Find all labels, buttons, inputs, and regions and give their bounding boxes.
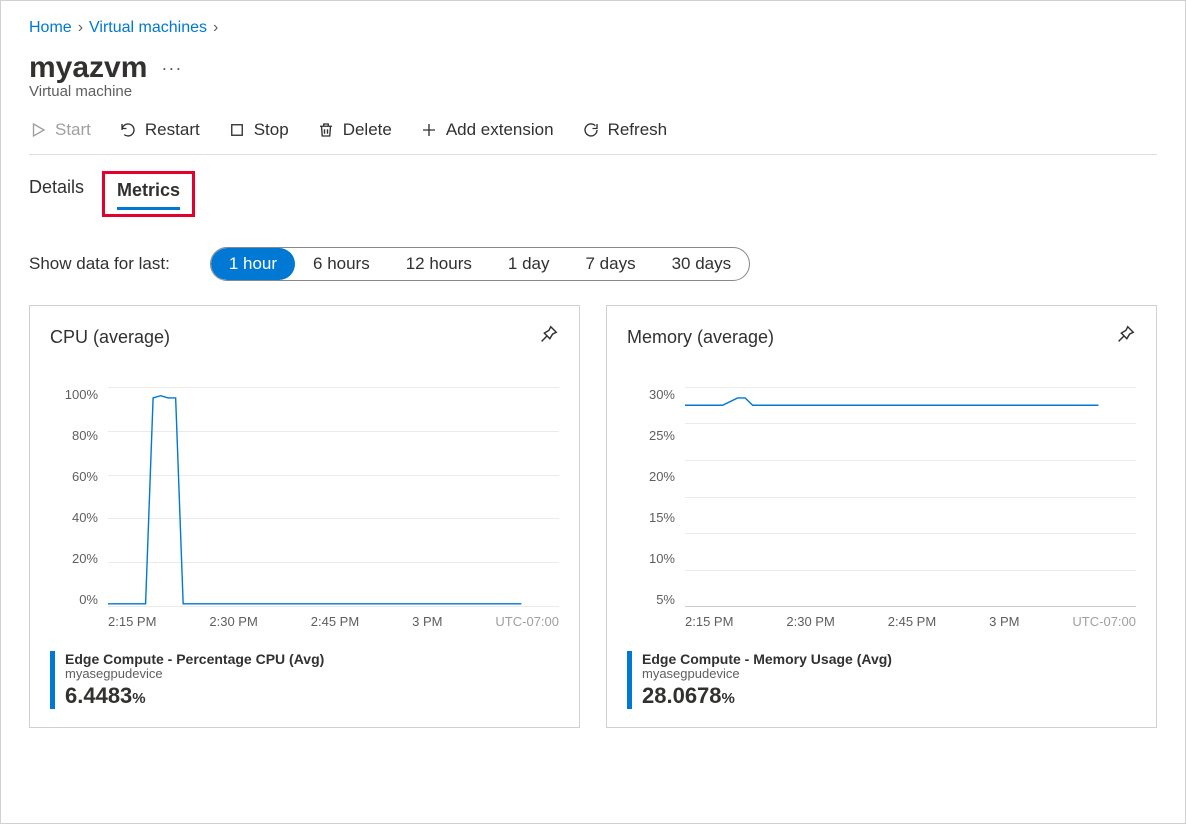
pin-icon [537,324,559,346]
start-label: Start [55,120,91,140]
delete-label: Delete [343,120,392,140]
add-extension-label: Add extension [446,120,554,140]
range-pills: 1 hour6 hours12 hours1 day7 days30 days [210,247,750,281]
range-label: Show data for last: [29,254,170,274]
cpu-card: CPU (average) 100%80%60%40%20%0%2:15 PM2… [29,305,580,728]
cpu-legend: Edge Compute - Percentage CPU (Avg) myas… [50,651,559,709]
range-pill-12-hours[interactable]: 12 hours [388,248,490,280]
tab-details[interactable]: Details [29,177,84,209]
page-subtitle: Virtual machine [29,83,1157,100]
cpu-legend-title: Edge Compute - Percentage CPU (Avg) [65,651,324,667]
plus-icon [420,121,438,139]
memory-card: Memory (average) 30%25%20%15%10%5%2:15 P… [606,305,1157,728]
stop-label: Stop [254,120,289,140]
breadcrumb-vms[interactable]: Virtual machines [89,19,207,37]
range-pill-7-days[interactable]: 7 days [567,248,653,280]
restart-label: Restart [145,120,200,140]
pin-button[interactable] [1114,324,1136,351]
cpu-legend-sub: myasegpudevice [65,666,324,681]
memory-chart: 30%25%20%15%10%5%2:15 PM2:30 PM2:45 PM3 … [627,387,1136,627]
cpu-card-title: CPU (average) [50,327,170,348]
range-pill-30-days[interactable]: 30 days [654,248,750,280]
range-pill-1-day[interactable]: 1 day [490,248,568,280]
restart-icon [119,121,137,139]
range-pill-1-hour[interactable]: 1 hour [211,248,295,280]
breadcrumb: Home › Virtual machines › [29,19,1157,37]
pin-icon [1114,324,1136,346]
legend-color-bar [50,651,55,709]
more-actions-button[interactable]: ··· [161,58,182,79]
stop-button[interactable]: Stop [228,120,289,140]
chevron-right-icon: › [213,19,218,37]
delete-button[interactable]: Delete [317,120,392,140]
tab-metrics-highlight: Metrics [102,171,195,217]
cpu-legend-value: 6.4483% [65,683,324,709]
chevron-right-icon: › [78,19,83,37]
memory-card-title: Memory (average) [627,327,774,348]
tabs: Details Metrics [29,177,1157,209]
range-pill-6-hours[interactable]: 6 hours [295,248,388,280]
legend-color-bar [627,651,632,709]
memory-legend-sub: myasegpudevice [642,666,892,681]
stop-icon [228,121,246,139]
breadcrumb-home[interactable]: Home [29,19,72,37]
page-title: myazvm [29,51,147,85]
trash-icon [317,121,335,139]
refresh-icon [582,121,600,139]
refresh-label: Refresh [608,120,668,140]
toolbar: Start Restart Stop Delete Add extension … [29,120,1157,155]
memory-legend-title: Edge Compute - Memory Usage (Avg) [642,651,892,667]
start-button: Start [29,120,91,140]
add-extension-button[interactable]: Add extension [420,120,554,140]
cpu-chart: 100%80%60%40%20%0%2:15 PM2:30 PM2:45 PM3… [50,387,559,627]
play-icon [29,121,47,139]
pin-button[interactable] [537,324,559,351]
memory-legend: Edge Compute - Memory Usage (Avg) myaseg… [627,651,1136,709]
refresh-button[interactable]: Refresh [582,120,668,140]
memory-legend-value: 28.0678% [642,683,892,709]
tab-metrics[interactable]: Metrics [117,180,180,210]
restart-button[interactable]: Restart [119,120,200,140]
